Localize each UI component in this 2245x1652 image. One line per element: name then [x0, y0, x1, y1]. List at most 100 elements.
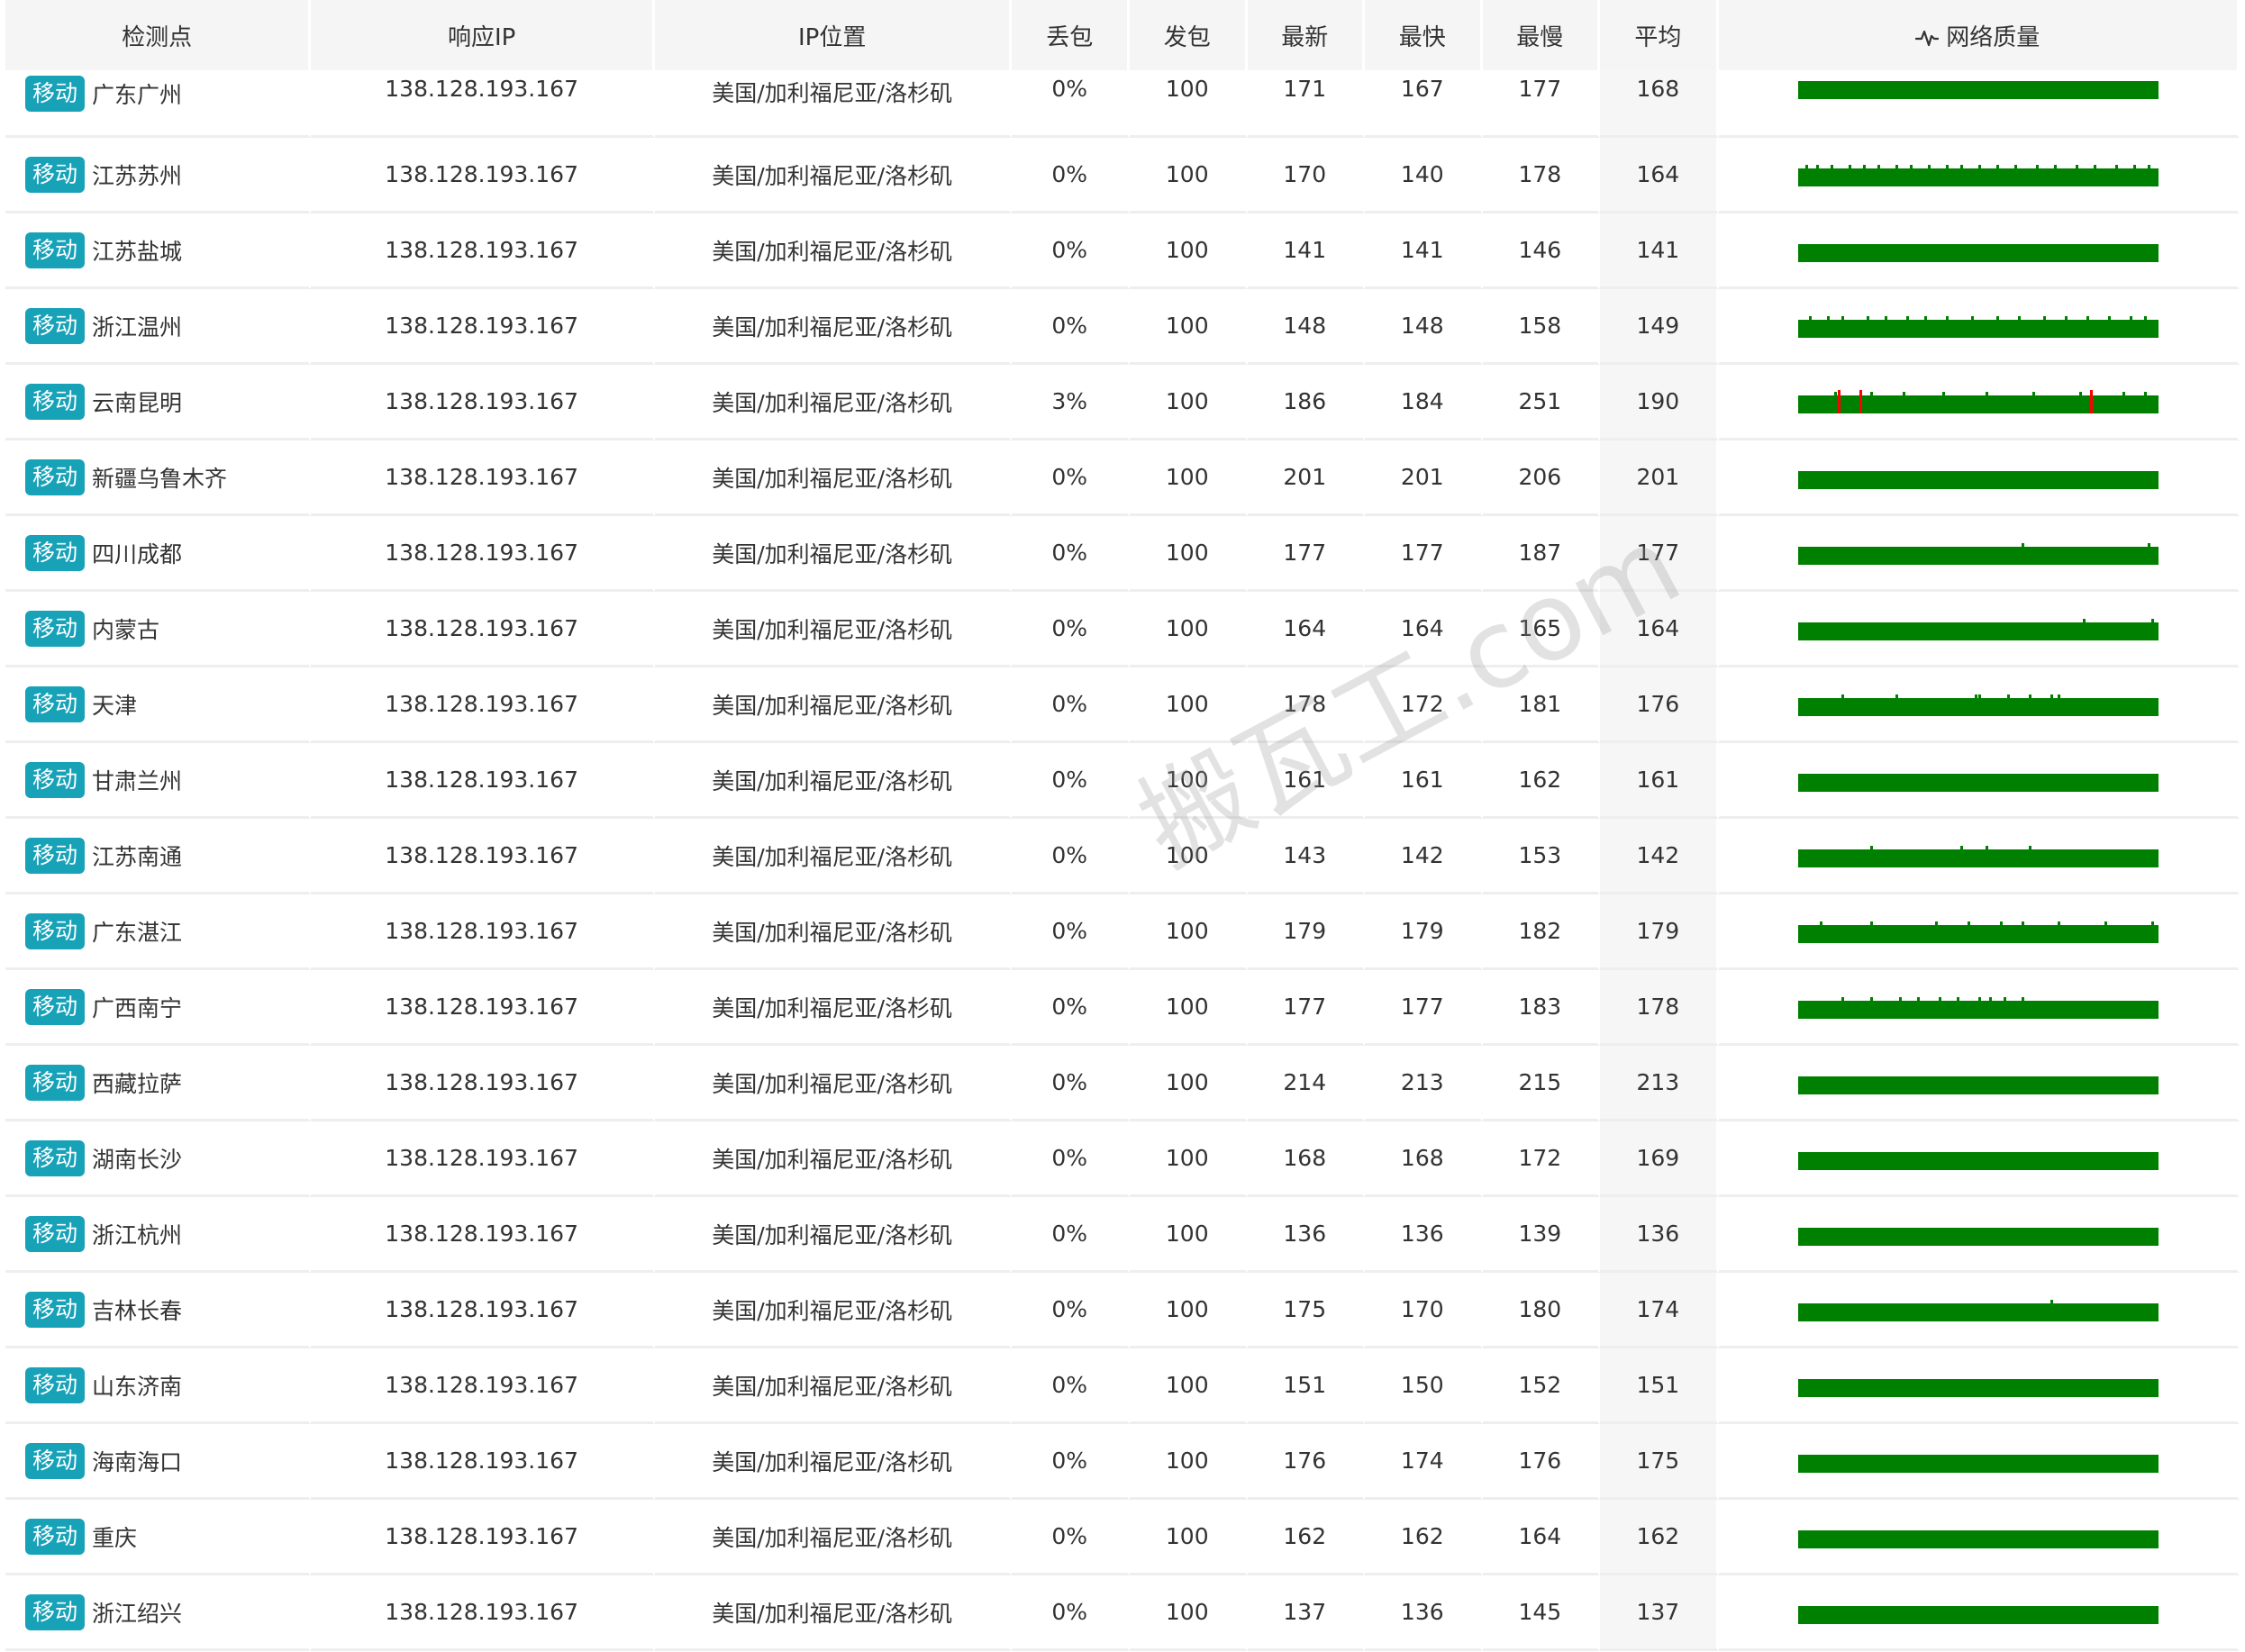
response-ip: 138.128.193.167	[311, 1500, 655, 1575]
response-ip: 138.128.193.167	[311, 592, 655, 667]
header-loss[interactable]: 丢包	[1012, 0, 1130, 70]
packet-loss: 0%	[1012, 1424, 1130, 1500]
quality-spike	[2006, 694, 2010, 699]
table-row: 移动 江苏南通 138.128.193.167 美国/加利福尼亚/洛杉矶 0% 1…	[5, 819, 2240, 894]
quality-bar-fill	[1797, 1151, 2159, 1170]
header-location[interactable]: IP位置	[654, 0, 1013, 70]
latency-fastest: 177	[1365, 970, 1483, 1046]
header-latest[interactable]: 最新	[1247, 0, 1366, 70]
latency-slowest: 152	[1482, 1348, 1601, 1424]
quality-bar-fill	[1797, 622, 2159, 640]
table-row: 移动 吉林长春 138.128.193.167 美国/加利福尼亚/洛杉矶 0% 1…	[5, 1273, 2240, 1348]
quality-bar-fill	[1797, 1605, 2159, 1624]
table-row: 移动 重庆 138.128.193.167 美国/加利福尼亚/洛杉矶 0% 100…	[5, 1500, 2240, 1575]
quality-cell	[1718, 70, 2240, 138]
response-ip: 138.128.193.167	[311, 1424, 655, 1500]
latency-slowest: 139	[1482, 1197, 1601, 1273]
packets-sent: 100	[1130, 138, 1248, 213]
quality-spike	[1869, 996, 1873, 1002]
header-average[interactable]: 平均	[1600, 0, 1719, 70]
quality-spike	[1819, 921, 1822, 926]
ip-location: 美国/加利福尼亚/洛杉矶	[654, 1273, 1013, 1348]
quality-cell	[1718, 365, 2240, 440]
node-name: 江苏南通	[92, 843, 183, 870]
header-fastest[interactable]: 最快	[1365, 0, 1483, 70]
node-name: 四川成都	[92, 540, 183, 567]
node-cell: 移动 广东广州	[5, 70, 312, 138]
table-row: 移动 广东广州 138.128.193.167 美国/加利福尼亚/洛杉矶 0% 1…	[5, 70, 2240, 138]
node-cell: 移动 天津	[5, 667, 312, 743]
latency-slowest: 145	[1482, 1575, 1601, 1651]
quality-spike	[2093, 164, 2096, 169]
response-ip: 138.128.193.167	[311, 1046, 655, 1121]
quality-bar	[1797, 1605, 2159, 1624]
node-cell: 移动 广西南宁	[5, 970, 312, 1046]
latency-latest: 178	[1247, 667, 1366, 743]
quality-cell	[1718, 1500, 2240, 1575]
ip-location: 美国/加利福尼亚/洛杉矶	[654, 1500, 1013, 1575]
quality-spike	[1916, 996, 1920, 1002]
quality-cell	[1718, 1046, 2240, 1121]
latency-latest: 164	[1247, 592, 1366, 667]
quality-spike	[2150, 618, 2154, 623]
header-node[interactable]: 检测点	[5, 0, 312, 70]
latency-slowest: 215	[1482, 1046, 1601, 1121]
quality-spike	[2104, 921, 2107, 926]
latency-slowest: 146	[1482, 213, 1601, 289]
quality-spike	[1977, 164, 1981, 169]
packets-sent: 100	[1130, 70, 1248, 138]
isp-badge: 移动	[25, 1593, 86, 1630]
node-name: 西藏拉萨	[92, 1070, 183, 1097]
latency-latest: 170	[1247, 138, 1366, 213]
table-row: 移动 天津 138.128.193.167 美国/加利福尼亚/洛杉矶 0% 100…	[5, 667, 2240, 743]
latency-average: 136	[1600, 1197, 1719, 1273]
quality-bar	[1797, 1151, 2159, 1170]
quality-spike	[2028, 694, 2031, 699]
table-row: 移动 浙江杭州 138.128.193.167 美国/加利福尼亚/洛杉矶 0% 1…	[5, 1197, 2240, 1273]
packet-loss: 0%	[1012, 516, 1130, 592]
ip-location: 美国/加利福尼亚/洛杉矶	[654, 970, 1013, 1046]
quality-spike	[1841, 996, 1844, 1002]
packet-loss: 0%	[1012, 213, 1130, 289]
isp-badge: 移动	[25, 912, 86, 949]
quality-spike	[1945, 164, 1949, 169]
table-row: 移动 湖南长沙 138.128.193.167 美国/加利福尼亚/洛杉矶 0% 1…	[5, 1121, 2240, 1197]
packets-sent: 100	[1130, 1500, 1248, 1575]
quality-spike	[1967, 921, 1970, 926]
node-name: 湖南长沙	[92, 1146, 183, 1173]
packet-loss: 0%	[1012, 1273, 1130, 1348]
latency-average: 176	[1600, 667, 1719, 743]
response-ip: 138.128.193.167	[311, 819, 655, 894]
header-quality[interactable]: 网络质量	[1718, 0, 2240, 70]
quality-spike	[2122, 391, 2125, 396]
header-sent[interactable]: 发包	[1130, 0, 1248, 70]
header-ip[interactable]: 响应IP	[311, 0, 655, 70]
packets-sent: 100	[1130, 1046, 1248, 1121]
node-cell: 移动 浙江温州	[5, 289, 312, 365]
packets-sent: 100	[1130, 440, 1248, 516]
latency-average: 178	[1600, 970, 1719, 1046]
table-row: 移动 海南海口 138.128.193.167 美国/加利福尼亚/洛杉矶 0% 1…	[5, 1424, 2240, 1500]
node-name: 山东济南	[92, 1373, 183, 1400]
ip-location: 美国/加利福尼亚/洛杉矶	[654, 1424, 1013, 1500]
ip-location: 美国/加利福尼亚/洛杉矶	[654, 894, 1013, 970]
latency-fastest: 184	[1365, 365, 1483, 440]
isp-badge: 移动	[25, 383, 86, 420]
quality-spike	[1884, 315, 1887, 321]
response-ip: 138.128.193.167	[311, 1273, 655, 1348]
isp-badge: 移动	[25, 1518, 86, 1555]
quality-cell	[1718, 743, 2240, 819]
node-cell: 移动 吉林长春	[5, 1273, 312, 1348]
quality-spike	[1848, 164, 1851, 169]
ip-location: 美国/加利福尼亚/洛杉矶	[654, 1197, 1013, 1273]
packet-loss: 0%	[1012, 289, 1130, 365]
quality-cell	[1718, 1424, 2240, 1500]
packets-sent: 100	[1130, 592, 1248, 667]
table-row: 移动 浙江绍兴 138.128.193.167 美国/加利福尼亚/洛杉矶 0% 1…	[5, 1575, 2240, 1651]
quality-cell	[1718, 894, 2240, 970]
latency-latest: 177	[1247, 516, 1366, 592]
latency-slowest: 153	[1482, 819, 1601, 894]
ip-location: 美国/加利福尼亚/洛杉矶	[654, 440, 1013, 516]
header-slowest[interactable]: 最慢	[1482, 0, 1601, 70]
isp-badge: 移动	[25, 534, 86, 571]
